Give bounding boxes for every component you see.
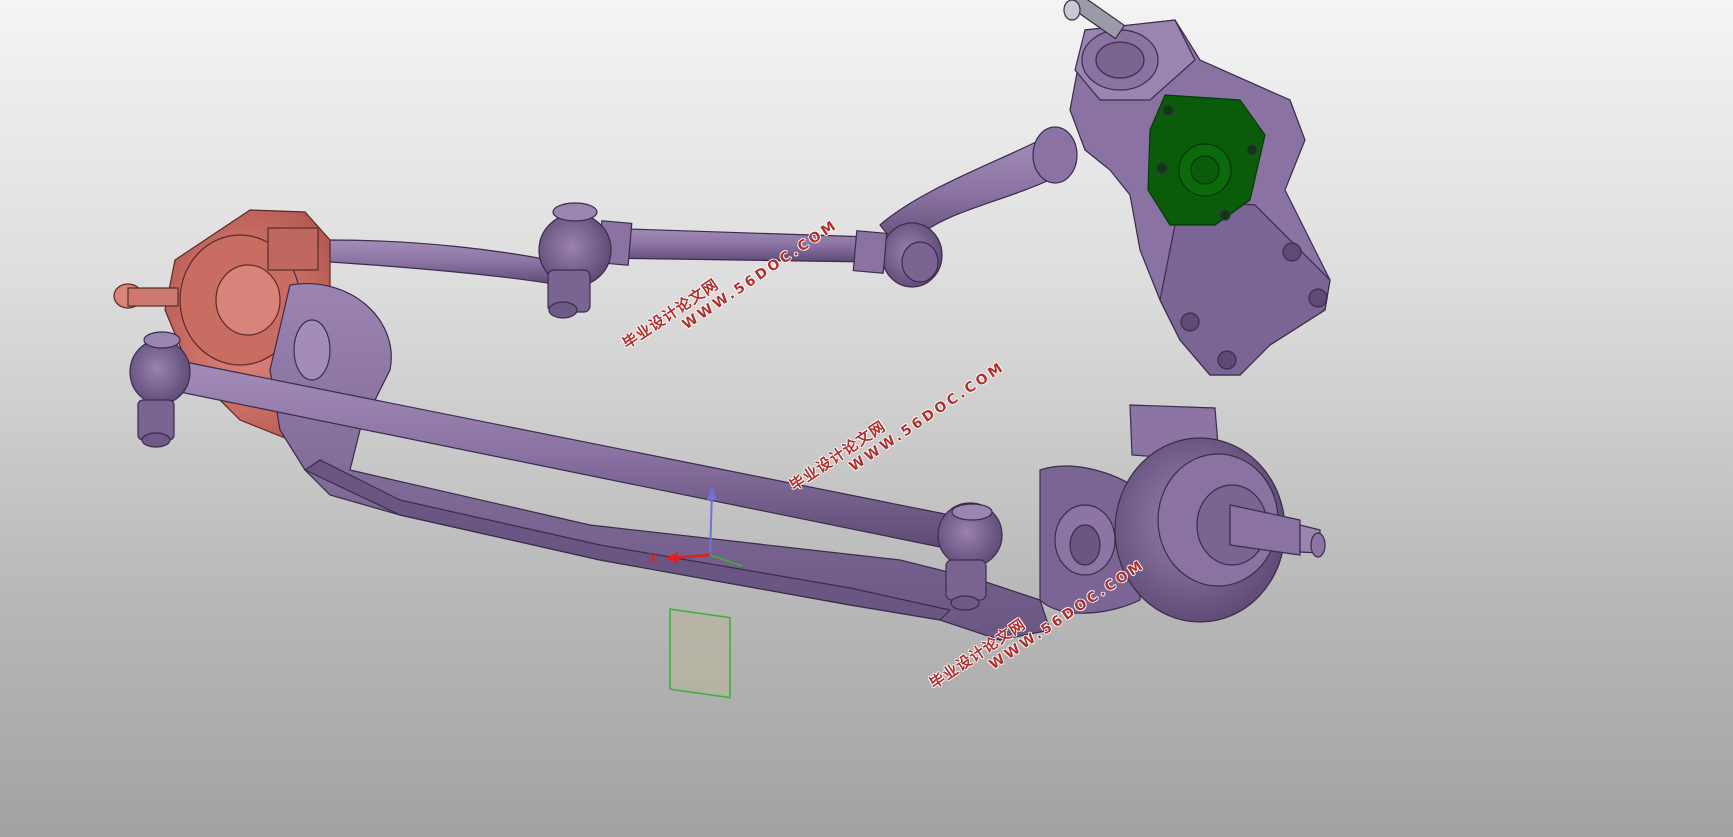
cad-3d-viewport[interactable]: X 毕业设计论文网 WWW.56DOC.COM 毕业设计论文网 WWW.56DO… (0, 0, 1733, 837)
steering-gearbox[interactable] (1063, 0, 1331, 376)
assembly-scene[interactable]: X (0, 0, 1733, 837)
axis-x-label: X (648, 550, 658, 567)
pitman-arm[interactable] (879, 126, 1078, 288)
steering-knuckle-right[interactable] (1114, 404, 1326, 623)
compass-triad[interactable]: X (648, 486, 743, 699)
front-axle-beam[interactable] (269, 283, 1141, 641)
